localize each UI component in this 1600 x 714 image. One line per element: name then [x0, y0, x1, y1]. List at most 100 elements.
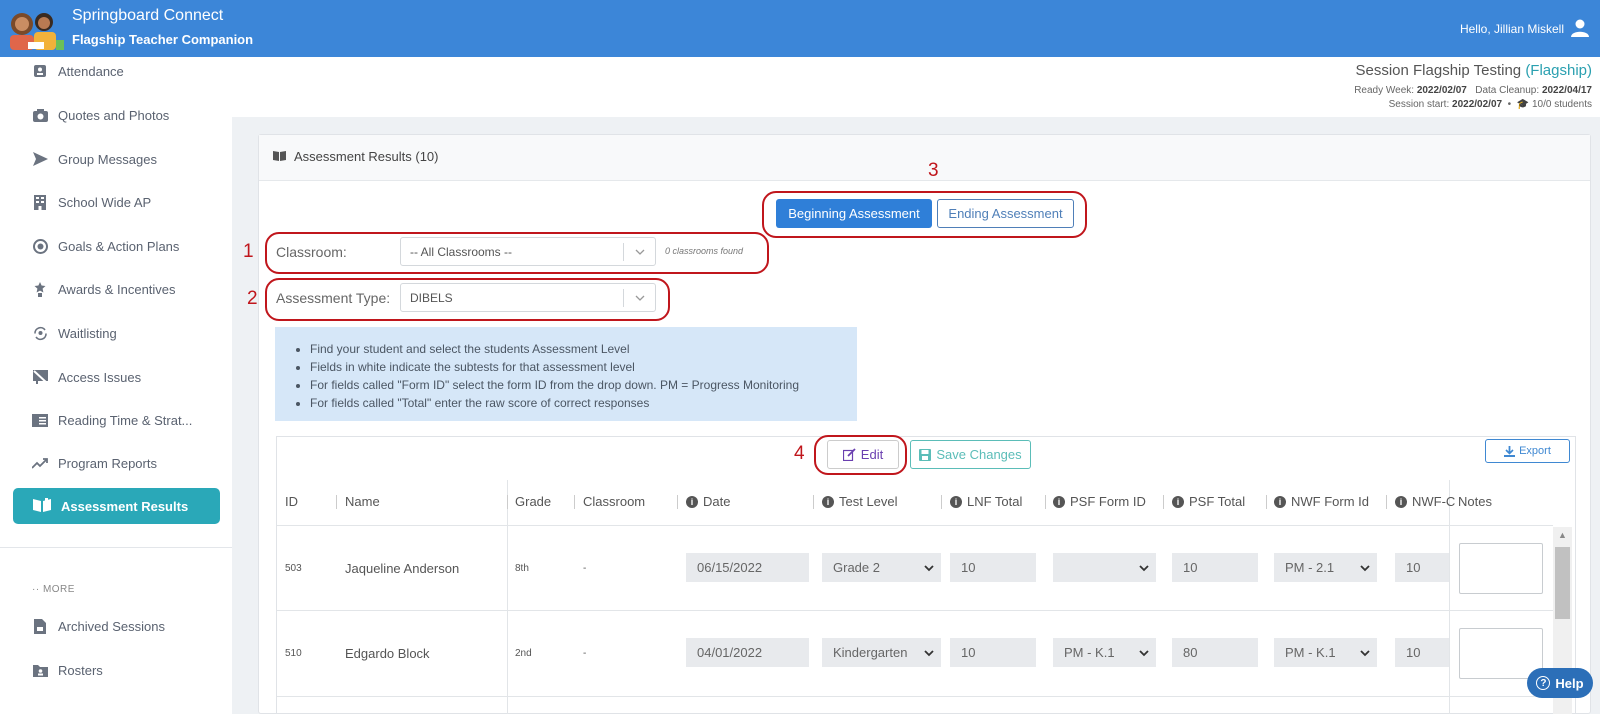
building-icon [32, 194, 48, 210]
sidebar-item-label: Rosters [58, 662, 103, 678]
nwf-c-input[interactable]: 10 [1395, 553, 1449, 582]
column-header-psf-form-id[interactable]: i PSF Form ID [1053, 494, 1146, 509]
sidebar-item-assessment-results[interactable]: Assessment Results [13, 488, 220, 524]
sidebar-item-reading-time[interactable]: Reading Time & Strat... [32, 408, 192, 432]
header-divider [574, 495, 575, 509]
sidebar-item-goals-action-plans[interactable]: Goals & Action Plans [32, 234, 179, 258]
sidebar-more-heading: ·· MORE [32, 584, 75, 595]
scrollbar-thumb[interactable] [1555, 547, 1570, 619]
column-header-nwf-form-id[interactable]: i NWF Form Id [1274, 494, 1369, 509]
row-border [277, 610, 1553, 611]
chevron-down-icon [635, 295, 645, 301]
notes-textarea[interactable] [1459, 543, 1543, 594]
column-label: PSF Total [1189, 494, 1246, 509]
save-changes-button[interactable]: Save Changes [910, 440, 1031, 469]
sidebar-item-attendance[interactable]: Attendance [32, 59, 124, 83]
logo-icon [10, 13, 64, 50]
column-label: Name [345, 494, 380, 509]
refresh-person-icon [32, 325, 48, 341]
column-label: Notes [1458, 494, 1492, 509]
app-subtitle: Flagship Teacher Companion [72, 32, 254, 47]
help-button[interactable]: ? Help [1527, 668, 1593, 698]
notes-textarea[interactable] [1459, 628, 1543, 679]
column-header-test-level[interactable]: i Test Level [822, 494, 898, 509]
open-book-icon [273, 149, 286, 164]
nwf-c-input[interactable]: 10 [1395, 638, 1449, 667]
sidebar-item-group-messages[interactable]: Group Messages [32, 147, 157, 171]
sidebar-item-quotes-photos[interactable]: Quotes and Photos [32, 103, 169, 127]
header-divider [941, 495, 942, 509]
sidebar-item-label: Program Reports [58, 455, 157, 471]
header-divider [1386, 495, 1387, 509]
info-icon: i [686, 495, 698, 508]
folder-person-icon [32, 662, 48, 678]
psf-total-input[interactable]: 80 [1172, 638, 1258, 667]
cell-id: 503 [285, 563, 302, 574]
separator-bullet: • [1507, 99, 1512, 110]
instruction-item: For fields called "Total" enter the raw … [310, 394, 857, 412]
export-button-label: Export [1519, 445, 1551, 457]
date-input[interactable]: 06/15/2022 [686, 553, 809, 582]
nwf-form-id-select[interactable]: PM - K.1 [1274, 638, 1377, 667]
lnf-total-input[interactable]: 10 [950, 553, 1036, 582]
classrooms-found-text: 0 classrooms found [665, 246, 744, 256]
help-circle-icon: ? [1536, 676, 1551, 690]
column-header-date[interactable]: i Date [686, 494, 730, 509]
ending-assessment-button[interactable]: Ending Assessment [937, 199, 1074, 228]
date-input[interactable]: 04/01/2022 [686, 638, 809, 667]
sidebar-item-awards-incentives[interactable]: Awards & Incentives [32, 277, 176, 301]
column-label: NWF-C [1412, 494, 1456, 509]
psf-form-id-value: PM - K.1 [1064, 645, 1115, 660]
sidebar-item-waitlisting[interactable]: Waitlisting [32, 321, 117, 345]
nwf-form-id-value: PM - 2.1 [1285, 560, 1335, 575]
user-icon[interactable] [1570, 18, 1590, 38]
export-button[interactable]: Export [1485, 439, 1570, 463]
sidebar-item-program-reports[interactable]: Program Reports [32, 451, 157, 475]
nwf-form-id-select[interactable]: PM - 2.1 [1274, 553, 1377, 582]
test-level-select[interactable]: Kindergarten [822, 638, 941, 667]
column-label: LNF Total [967, 494, 1023, 509]
classroom-select-value: -- All Classrooms -- [410, 244, 513, 259]
sidebar-item-access-issues[interactable]: Access Issues [32, 365, 141, 389]
assessment-type-select[interactable]: DIBELS [400, 283, 656, 312]
instruction-item: Find your student and select the student… [310, 340, 857, 358]
download-icon [1504, 445, 1516, 457]
sidebar-item-school-wide-ap[interactable]: School Wide AP [32, 190, 151, 214]
column-header-nwf-c[interactable]: i NWF-C [1395, 494, 1455, 509]
column-header-id[interactable]: ID [285, 494, 298, 509]
header-divider [1045, 495, 1046, 509]
session-start-line: Session start: 2022/02/07 • 🎓 10/0 stude… [1389, 99, 1592, 110]
scroll-up-icon[interactable]: ▲ [1555, 530, 1570, 542]
column-header-grade[interactable]: Grade [515, 494, 551, 509]
beginning-assessment-button[interactable]: Beginning Assessment [776, 199, 932, 228]
lnf-total-input[interactable]: 10 [950, 638, 1036, 667]
column-header-classroom[interactable]: Classroom [583, 494, 645, 509]
id-badge-icon [32, 63, 48, 79]
column-header-lnf-total[interactable]: i LNF Total [950, 494, 1022, 509]
camera-icon [32, 107, 48, 123]
edit-button[interactable]: Edit [827, 440, 899, 469]
column-label: NWF Form Id [1291, 494, 1369, 509]
info-icon: i [1395, 495, 1407, 508]
sidebar-item-label: Reading Time & Strat... [58, 412, 193, 428]
column-header-name[interactable]: Name [345, 494, 380, 509]
classroom-select[interactable]: -- All Classrooms -- [400, 237, 656, 266]
chevron-down-icon [1139, 650, 1149, 657]
column-label: Test Level [839, 494, 898, 509]
sidebar-item-archived-sessions[interactable]: Archived Sessions [32, 614, 165, 638]
test-level-select[interactable]: Grade 2 [822, 553, 941, 582]
header-divider [813, 495, 814, 509]
instruction-item: For fields called "Form ID" select the f… [310, 376, 857, 394]
psf-total-input[interactable]: 10 [1172, 553, 1258, 582]
column-label: Date [703, 494, 731, 509]
header-divider [1163, 495, 1164, 509]
column-label: Grade [515, 494, 552, 509]
column-header-notes[interactable]: Notes [1458, 494, 1532, 509]
column-header-psf-total[interactable]: i PSF Total [1172, 494, 1245, 509]
save-button-label: Save Changes [936, 447, 1022, 462]
psf-form-id-select[interactable] [1053, 553, 1156, 582]
psf-form-id-select[interactable]: PM - K.1 [1053, 638, 1156, 667]
sidebar-item-rosters[interactable]: Rosters [32, 658, 103, 682]
name-column-divider [507, 480, 508, 714]
graduation-cap-icon: 🎓 [1516, 99, 1530, 110]
